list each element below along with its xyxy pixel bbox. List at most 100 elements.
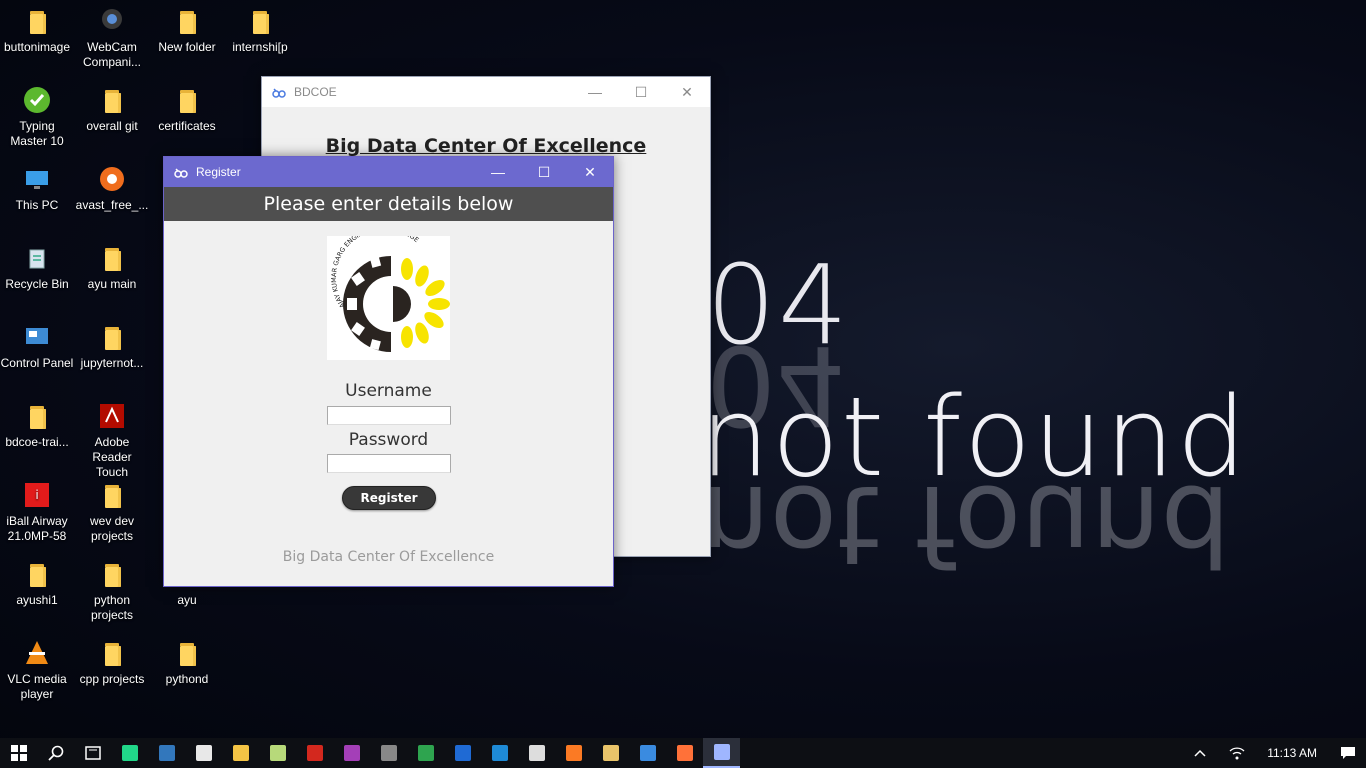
task-view-button[interactable] [74, 738, 111, 768]
register-button[interactable]: Register [342, 486, 436, 510]
desktop-icon[interactable]: Recycle Bin [0, 242, 74, 292]
maximize-button[interactable]: ☐ [521, 157, 567, 187]
register-window[interactable]: Register — ☐ ✕ Please enter details belo… [163, 156, 614, 587]
network-button[interactable] [1218, 738, 1255, 768]
taskbar-button-obs[interactable] [518, 738, 555, 768]
clock[interactable]: 11:13 AM [1255, 746, 1329, 760]
webcam-icon [96, 5, 128, 37]
desktop-icon[interactable]: pythond [150, 637, 224, 687]
desktop-icon-label: jupyternot... [80, 356, 144, 370]
taskbar-button-mail[interactable] [185, 738, 222, 768]
desktop-icon-label: wev dev projects [89, 514, 135, 543]
wallpaper-not-found-reflection: not found [700, 461, 1231, 589]
minimize-button[interactable]: — [572, 77, 618, 107]
bdcoe-titlebar[interactable]: BDCOE — ☐ ✕ [262, 77, 710, 107]
edge-icon [158, 745, 175, 761]
desktop-icon[interactable]: Control Panel [0, 321, 74, 371]
close-button[interactable]: ✕ [664, 77, 710, 107]
desktop-icon[interactable]: Adobe Reader Touch [75, 400, 149, 480]
desktop-icon-label: buttonimage [3, 40, 71, 54]
folder-icon [244, 5, 276, 37]
taskbar-button-vscode[interactable] [481, 738, 518, 768]
mathway-icon [343, 745, 360, 761]
obs-icon [528, 745, 545, 761]
desktop-icon-label: WebCam Compani... [82, 40, 142, 69]
desktop-icon[interactable]: This PC [0, 163, 74, 213]
desktop-icon[interactable]: overall git [75, 84, 149, 134]
desktop-icon[interactable]: ayu main [75, 242, 149, 292]
file-explorer-icon [232, 745, 249, 761]
vlc-icon [21, 637, 53, 669]
folder-icon [96, 242, 128, 274]
register-titlebar[interactable]: Register — ☐ ✕ [164, 157, 613, 187]
desktop-icon[interactable]: buttonimage [0, 5, 74, 55]
desktop-icon[interactable]: ayushi1 [0, 558, 74, 608]
taskbar-button-paint[interactable] [592, 738, 629, 768]
task-view-icon [84, 746, 101, 760]
notification-icon [1340, 747, 1355, 759]
taskbar-button-firefox[interactable] [666, 738, 703, 768]
taskbar-button-mathway[interactable] [333, 738, 370, 768]
control-panel-icon [21, 321, 53, 353]
folder-icon [96, 558, 128, 590]
desktop-icon[interactable]: New folder [150, 5, 224, 55]
notepad-icon [269, 745, 286, 761]
desktop-icon[interactable]: bdcoe-trai... [0, 400, 74, 450]
phone-icon [639, 745, 656, 761]
desktop-icon[interactable]: Typing Master 10 [0, 84, 74, 149]
desktop-icon-label: ayu main [87, 277, 137, 291]
iball-icon: i [21, 479, 53, 511]
start-button[interactable] [0, 738, 37, 768]
taskbar-button-file-explorer[interactable] [222, 738, 259, 768]
folder-icon [96, 637, 128, 669]
desktop-icon[interactable]: python projects [75, 558, 149, 623]
desktop-icon[interactable]: i iBall Airway 21.0MP-58 [0, 479, 74, 544]
app-window-icon [272, 87, 286, 98]
register-window-title: Register [196, 165, 241, 179]
desktop-icon-label: Typing Master 10 [10, 119, 64, 148]
desktop-icon[interactable]: internshi[p [223, 5, 297, 55]
desktop-icon[interactable]: WebCam Compani... [75, 5, 149, 70]
xampp-icon [565, 745, 582, 761]
desktop-icon[interactable]: wev dev projects [75, 479, 149, 544]
minimize-button[interactable]: — [475, 157, 521, 187]
taskbar-button-xampp[interactable] [555, 738, 592, 768]
folder-icon [96, 321, 128, 353]
taskbar-button-pycharm[interactable] [111, 738, 148, 768]
show-hidden-icons-button[interactable] [1181, 738, 1218, 768]
desktop-icon-label: Adobe Reader Touch [92, 435, 132, 479]
desktop-icon-label: bdcoe-trai... [5, 435, 69, 449]
close-button[interactable]: ✕ [567, 157, 613, 187]
taskbar-button-chrome[interactable] [407, 738, 444, 768]
computer-icon [21, 163, 53, 195]
chevron-up-icon [1194, 749, 1206, 757]
search-button[interactable] [37, 738, 74, 768]
action-center-button[interactable] [1329, 738, 1366, 768]
taskbar: 11:13 AM [0, 738, 1366, 768]
taskbar-button-phone[interactable] [629, 738, 666, 768]
taskbar-button-keyboard[interactable] [370, 738, 407, 768]
desktop-icon[interactable]: cpp projects [75, 637, 149, 687]
folder-icon [96, 84, 128, 116]
acrobat-icon [306, 745, 323, 761]
taskbar-button-edge[interactable] [148, 738, 185, 768]
taskbar-button-notepad[interactable] [259, 738, 296, 768]
desktop-icon-label: New folder [158, 40, 216, 54]
taskbar-button-store[interactable] [444, 738, 481, 768]
desktop-icon[interactable]: avast_free_... [75, 163, 149, 213]
desktop-icon-label: This PC [15, 198, 59, 212]
desktop-icon-label: Recycle Bin [5, 277, 69, 291]
search-icon [47, 745, 63, 761]
python-app-icon [713, 744, 730, 760]
desktop-icon[interactable]: jupyternot... [75, 321, 149, 371]
taskbar-button-python-app[interactable] [703, 738, 740, 768]
taskbar-app-list [111, 738, 740, 768]
register-footer-text: Big Data Center Of Excellence [282, 549, 495, 565]
maximize-button[interactable]: ☐ [618, 77, 664, 107]
username-input[interactable] [327, 406, 451, 425]
desktop-icon-label: Control Panel [0, 356, 74, 370]
desktop-icon[interactable]: VLC media player [0, 637, 74, 702]
password-input[interactable] [327, 454, 451, 473]
desktop-icon[interactable]: certificates [150, 84, 224, 134]
taskbar-button-acrobat[interactable] [296, 738, 333, 768]
